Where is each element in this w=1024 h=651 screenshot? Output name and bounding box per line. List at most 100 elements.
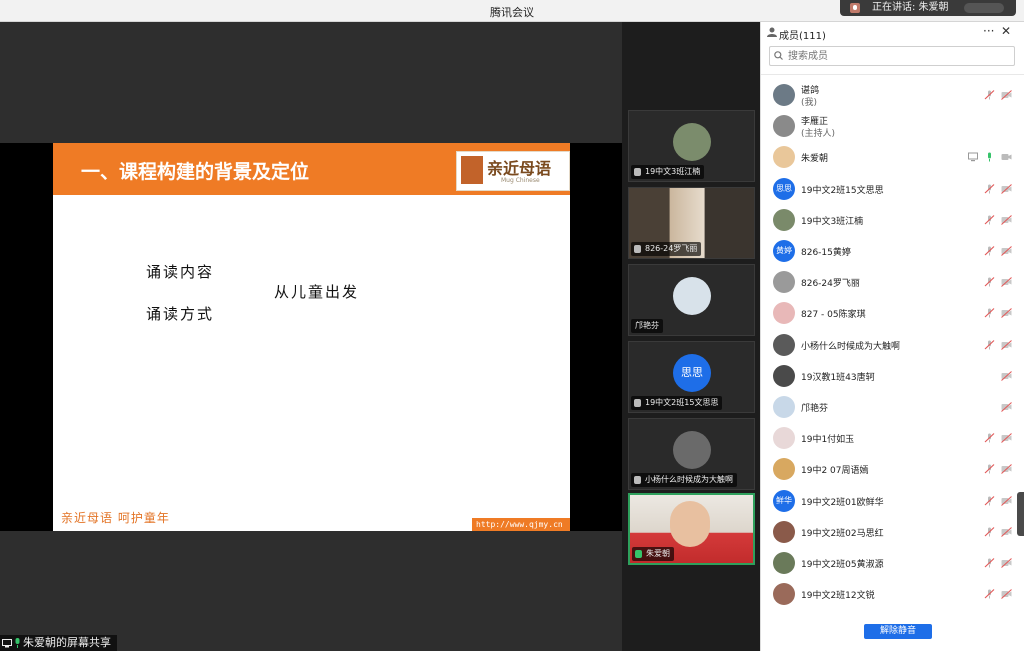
member-name: 19中文2班02马思红 bbox=[801, 528, 884, 539]
share-status-label: 朱爱朝的屏幕共享 bbox=[23, 636, 111, 649]
avatar bbox=[773, 583, 795, 606]
mic-muted-icon bbox=[984, 526, 995, 537]
mic-active-icon bbox=[635, 550, 642, 558]
member-row[interactable]: 李雁正 (主持人) bbox=[761, 110, 1024, 141]
tile-caption: 邝艳芬 bbox=[631, 319, 663, 333]
logo-subtext: Mug Chinese bbox=[501, 177, 540, 184]
side-panel-handle[interactable] bbox=[1017, 492, 1024, 536]
camera-off-icon bbox=[1001, 433, 1012, 444]
slide-footer-slogan: 亲近母语 呵护童年 bbox=[61, 511, 170, 525]
mic-muted-icon bbox=[634, 168, 641, 176]
member-row[interactable]: 黄婷 826-15黄婷 bbox=[761, 235, 1024, 266]
mic-muted-icon bbox=[984, 339, 995, 350]
logo-text: 亲近母语 bbox=[487, 159, 552, 178]
search-members-input[interactable] bbox=[769, 46, 1015, 66]
camera-off-icon bbox=[1001, 90, 1012, 100]
member-row[interactable]: 朱爱朝 bbox=[761, 141, 1024, 172]
unmute-all-button[interactable]: 解除静音 bbox=[864, 624, 932, 639]
member-row[interactable]: 小杨什么时候成为大触啊 bbox=[761, 329, 1024, 360]
speaker-face bbox=[670, 501, 710, 547]
avatar bbox=[773, 427, 795, 450]
member-row[interactable]: 827 - 05陈家琪 bbox=[761, 297, 1024, 328]
tile-name: 邝艳芬 bbox=[635, 321, 659, 330]
mic-muted-icon bbox=[984, 433, 995, 443]
avatar: 黄婷 bbox=[773, 240, 795, 262]
avatar bbox=[673, 277, 711, 315]
close-panel-button[interactable]: ✕ bbox=[1001, 24, 1011, 38]
member-row[interactable]: 19中2 07周语嫣 bbox=[761, 453, 1024, 484]
video-tile[interactable]: 小杨什么时候成为大触啊 bbox=[628, 418, 755, 490]
mic-muted-icon bbox=[984, 558, 995, 568]
avatar bbox=[773, 396, 795, 418]
member-row[interactable]: 19汉教1班43唐轲 bbox=[761, 360, 1024, 391]
tile-name: 小杨什么时候成为大触啊 bbox=[645, 475, 733, 484]
member-row[interactable]: 鲜华 19中文2班01欧鲜华 bbox=[761, 485, 1024, 516]
screen-share-status[interactable]: 朱爱朝的屏幕共享 bbox=[0, 635, 117, 651]
member-name: 19中文2班12文锐 bbox=[801, 591, 875, 602]
avatar bbox=[773, 520, 795, 543]
member-name: 19中文3班江楠 bbox=[801, 216, 864, 227]
video-tile[interactable]: 邝艳芬 bbox=[628, 264, 755, 336]
slide: 一、课程构建的背景及定位 亲近母语 Mug Chinese 诵读内容 诵读方式 … bbox=[53, 143, 570, 531]
camera-off-icon bbox=[1001, 214, 1012, 225]
camera-off-icon bbox=[1001, 183, 1012, 194]
video-tile[interactable]: 思思 19中文2班15文思思 bbox=[628, 341, 755, 413]
tile-name: 朱爱朝 bbox=[646, 549, 670, 558]
tile-name: 19中文2班15文思思 bbox=[645, 398, 719, 407]
member-row[interactable]: 19中文3班江楠 bbox=[761, 204, 1024, 235]
member-row[interactable]: 19中1付如玉 bbox=[761, 422, 1024, 453]
search-icon bbox=[774, 51, 783, 60]
camera-off-icon bbox=[1001, 464, 1012, 475]
avatar bbox=[673, 431, 711, 469]
avatar bbox=[773, 115, 795, 138]
video-tiles: 19中文3班江楠 826-24罗飞丽 邝艳芬 思思 19中文2班15文思思 小杨… bbox=[622, 22, 760, 651]
tile-name: 19中文3班江楠 bbox=[645, 167, 701, 176]
video-tile[interactable]: 19中文3班江楠 bbox=[628, 110, 755, 182]
avatar bbox=[773, 364, 795, 387]
member-name: 19中文2班01欧鲜华 bbox=[801, 497, 884, 508]
avatar bbox=[773, 208, 795, 231]
mic-muted-icon bbox=[984, 246, 995, 256]
mic-muted-icon bbox=[984, 183, 995, 194]
camera-off-icon bbox=[1001, 370, 1012, 381]
member-row[interactable]: 谌鸽 (我) bbox=[761, 79, 1024, 110]
divider bbox=[761, 74, 1024, 75]
member-name: 826-24罗飞丽 bbox=[801, 279, 860, 290]
camera-icon bbox=[1001, 154, 1012, 161]
video-tile-active-speaker[interactable]: 朱爱朝 bbox=[628, 493, 755, 565]
mic-active-icon bbox=[15, 638, 20, 648]
camera-off-icon bbox=[1001, 308, 1012, 319]
avatar: 思思 bbox=[673, 354, 711, 392]
mic-muted-icon bbox=[984, 308, 995, 318]
speaking-label: 正在讲话: 朱爱朝 bbox=[872, 2, 949, 13]
avatar bbox=[773, 302, 795, 325]
camera-off-icon bbox=[1001, 339, 1012, 350]
mic-muted-icon bbox=[634, 476, 641, 484]
avatar bbox=[773, 271, 795, 294]
member-row[interactable]: 邝艳芬 bbox=[761, 391, 1024, 422]
member-row[interactable]: 19中文2班12文锐 bbox=[761, 578, 1024, 609]
avatar bbox=[673, 123, 711, 161]
tile-caption: 19中文3班江楠 bbox=[631, 165, 705, 179]
more-options-button[interactable]: ··· bbox=[983, 24, 994, 38]
mic-active-icon bbox=[988, 152, 991, 162]
member-name: 19中2 07周语嫣 bbox=[801, 466, 869, 477]
screen-icon bbox=[2, 638, 12, 647]
camera-off-icon bbox=[1001, 526, 1012, 537]
member-name: 邝艳芬 bbox=[801, 404, 829, 414]
member-row[interactable]: 19中文2班02马思红 bbox=[761, 516, 1024, 547]
member-row[interactable]: 19中文2班05黄淑源 bbox=[761, 547, 1024, 578]
slide-line-reading-content: 诵读内容 bbox=[146, 263, 215, 281]
tile-caption: 小杨什么时候成为大触啊 bbox=[631, 473, 737, 487]
book-logo-icon bbox=[461, 156, 483, 184]
avatar bbox=[773, 146, 795, 169]
avatar: 思思 bbox=[773, 177, 795, 200]
slide-header: 一、课程构建的背景及定位 亲近母语 Mug Chinese bbox=[53, 143, 570, 195]
members-header: 成员(111) ··· ✕ bbox=[761, 22, 1024, 44]
speaking-avatar-blur bbox=[964, 3, 1004, 13]
avatar: 鲜华 bbox=[773, 489, 795, 512]
member-row[interactable]: 思思 19中文2班15文思思 bbox=[761, 173, 1024, 204]
video-tile[interactable]: 826-24罗飞丽 bbox=[628, 187, 755, 259]
member-row[interactable]: 826-24罗飞丽 bbox=[761, 266, 1024, 297]
camera-off-icon bbox=[1001, 277, 1012, 288]
